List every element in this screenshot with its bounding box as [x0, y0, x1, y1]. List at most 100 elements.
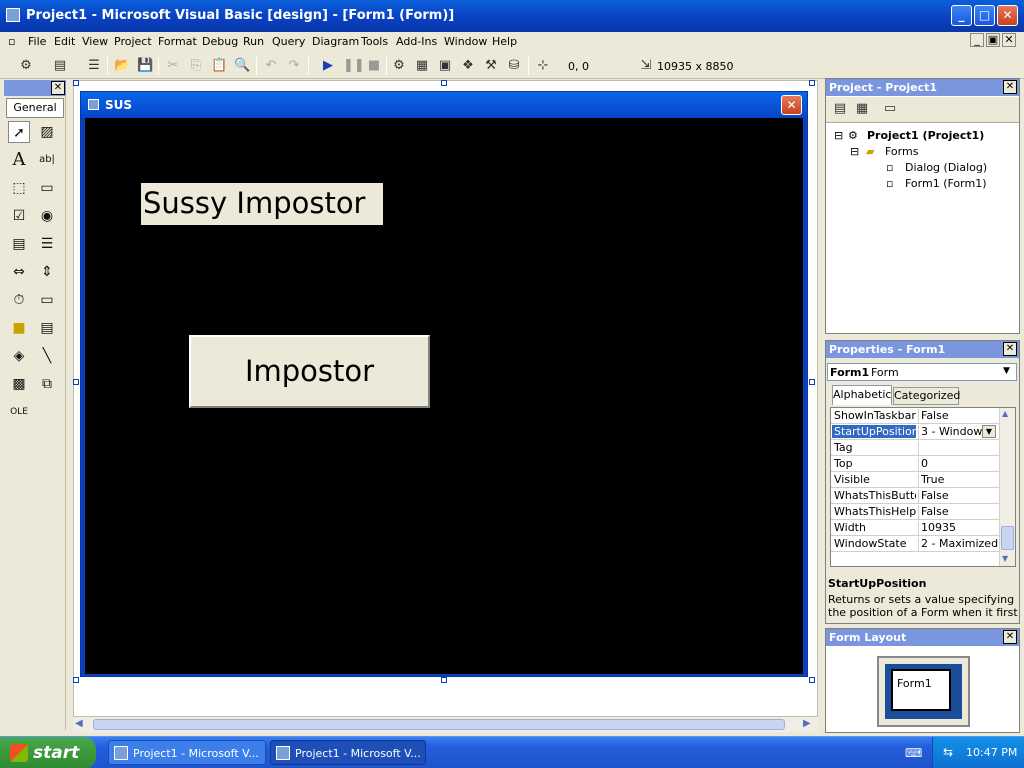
- undo-icon[interactable]: ↶: [263, 58, 279, 74]
- properties-window-icon[interactable]: ▦: [414, 58, 430, 74]
- image-tool-icon[interactable]: ▩: [8, 373, 30, 395]
- data-tool-icon[interactable]: ⧉: [36, 373, 58, 395]
- start-button[interactable]: start: [0, 737, 96, 768]
- close-button[interactable]: ✕: [997, 5, 1018, 26]
- listbox-tool-icon[interactable]: ☰: [36, 233, 58, 255]
- property-row[interactable]: WhatsThisButtonFalse: [831, 488, 999, 504]
- designer-hscrollbar[interactable]: ◀ ▶: [73, 716, 818, 732]
- property-row[interactable]: WindowState 2 - Maximized: [831, 536, 999, 552]
- combobox-tool-icon[interactable]: ▤: [8, 233, 30, 255]
- property-row[interactable]: WhatsThisHelp False: [831, 504, 999, 520]
- properties-scrollbar[interactable]: ▲ ▼: [999, 408, 1015, 566]
- property-row[interactable]: Visible True: [831, 472, 999, 488]
- optionbutton-tool-icon[interactable]: ◉: [36, 205, 58, 227]
- object-dropdown[interactable]: Form1 Form ▼: [827, 363, 1017, 381]
- form1-preview[interactable]: Form1: [891, 669, 951, 711]
- form-menu-icon[interactable]: ▫: [8, 35, 15, 48]
- form-layout-icon[interactable]: ▣: [437, 58, 453, 74]
- vb-app-icon[interactable]: [6, 8, 20, 22]
- redo-icon[interactable]: ↷: [286, 58, 302, 74]
- break-icon[interactable]: ❚❚: [343, 58, 365, 74]
- open-project-icon[interactable]: 📂: [114, 58, 130, 74]
- filelistbox-tool-icon[interactable]: ▤: [36, 317, 58, 339]
- copy-icon[interactable]: ⎘: [188, 58, 204, 74]
- menu-addins[interactable]: Add-Ins: [396, 35, 437, 48]
- form-layout-close-icon[interactable]: ✕: [1003, 630, 1017, 644]
- menu-help[interactable]: Help: [492, 35, 517, 48]
- sussy-label[interactable]: Sussy Impostor: [141, 183, 383, 225]
- timer-tool-icon[interactable]: ⏱: [8, 289, 30, 311]
- menu-debug[interactable]: Debug: [202, 35, 238, 48]
- scroll-up-icon[interactable]: ▲: [1002, 409, 1008, 418]
- menu-window[interactable]: Window: [444, 35, 487, 48]
- add-project-icon[interactable]: ⚙: [18, 58, 34, 74]
- vscrollbar-tool-icon[interactable]: ⇕: [36, 261, 58, 283]
- start-icon[interactable]: ▶: [320, 58, 336, 74]
- property-row[interactable]: Width 10935: [831, 520, 999, 536]
- chevron-down-icon[interactable]: ▼: [982, 425, 996, 438]
- tree-item-dialog[interactable]: Dialog (Dialog): [905, 161, 987, 174]
- menu-tools[interactable]: Tools: [361, 35, 388, 48]
- resize-handle[interactable]: [809, 80, 815, 86]
- form-window[interactable]: SUS ✕ Sussy Impostor Impostor: [80, 91, 808, 677]
- taskbar-item-active[interactable]: Project1 - Microsoft V...: [270, 740, 426, 765]
- network-icon[interactable]: ⇆: [943, 745, 953, 759]
- shape-tool-icon[interactable]: ◈: [8, 345, 30, 367]
- find-icon[interactable]: 🔍: [234, 58, 250, 74]
- tab-alphabetic[interactable]: Alphabetic: [832, 385, 892, 405]
- resize-handle[interactable]: [73, 80, 79, 86]
- taskbar-item[interactable]: Project1 - Microsoft V...: [108, 740, 266, 765]
- menu-format[interactable]: Format: [158, 35, 197, 48]
- resize-handle[interactable]: [441, 80, 447, 86]
- maximize-button[interactable]: □: [974, 5, 995, 26]
- drivelistbox-tool-icon[interactable]: ▭: [36, 289, 58, 311]
- textbox-tool-icon[interactable]: ab|: [36, 149, 58, 171]
- mdi-restore-button[interactable]: ▣: [986, 33, 1000, 47]
- resize-handle[interactable]: [441, 677, 447, 683]
- property-row[interactable]: Tag: [831, 440, 999, 456]
- resize-handle[interactable]: [73, 677, 79, 683]
- hscrollbar-tool-icon[interactable]: ⇔: [8, 261, 30, 283]
- menu-editor-icon[interactable]: ☰: [86, 58, 102, 74]
- ole-tool-icon[interactable]: OLE: [8, 401, 30, 423]
- tree-collapse-icon[interactable]: ⊟: [834, 129, 843, 142]
- dirlistbox-tool-icon[interactable]: ■: [8, 317, 30, 339]
- menu-view[interactable]: View: [82, 35, 108, 48]
- checkbox-tool-icon[interactable]: ☑: [8, 205, 30, 227]
- line-tool-icon[interactable]: ╲: [36, 345, 58, 367]
- menu-edit[interactable]: Edit: [54, 35, 75, 48]
- resize-handle[interactable]: [73, 379, 79, 385]
- tree-project-root[interactable]: Project1 (Project1): [867, 129, 984, 142]
- chevron-down-icon[interactable]: ▼: [1003, 366, 1010, 376]
- paste-icon[interactable]: 📋: [211, 58, 227, 74]
- scroll-thumb[interactable]: [1001, 526, 1014, 550]
- object-browser-icon[interactable]: ❖: [460, 58, 476, 74]
- pointer-tool-icon[interactable]: ➚: [8, 121, 30, 143]
- tab-categorized[interactable]: Categorized: [893, 387, 960, 405]
- toggle-folders-icon[interactable]: ▭: [882, 101, 898, 117]
- cut-icon[interactable]: ✂: [165, 58, 181, 74]
- project-close-icon[interactable]: ✕: [1003, 80, 1017, 94]
- scroll-right-icon[interactable]: ▶: [803, 718, 811, 729]
- keyboard-icon[interactable]: ⌨: [905, 746, 922, 760]
- minimize-button[interactable]: _: [951, 5, 972, 26]
- form-close-button[interactable]: ✕: [781, 95, 802, 115]
- mdi-minimize-button[interactable]: _: [970, 33, 984, 47]
- label-tool-icon[interactable]: A: [8, 149, 30, 171]
- scroll-down-icon[interactable]: ▼: [1002, 554, 1008, 563]
- menu-run[interactable]: Run: [243, 35, 264, 48]
- project-explorer-icon[interactable]: ⚙: [391, 58, 407, 74]
- view-code-icon[interactable]: ▤: [832, 101, 848, 117]
- menu-project[interactable]: Project: [114, 35, 152, 48]
- clock[interactable]: 10:47 PM: [966, 746, 1017, 759]
- frame-tool-icon[interactable]: ⬚: [8, 177, 30, 199]
- property-row[interactable]: ShowInTaskbar False: [831, 408, 999, 424]
- tree-item-form1[interactable]: Form1 (Form1): [905, 177, 987, 190]
- menu-file[interactable]: File: [28, 35, 46, 48]
- menu-diagram[interactable]: Diagram: [312, 35, 359, 48]
- save-project-icon[interactable]: 💾: [137, 58, 153, 74]
- add-form-icon[interactable]: ▤: [52, 58, 68, 74]
- impostor-button[interactable]: Impostor: [189, 335, 430, 408]
- scroll-thumb[interactable]: [93, 719, 785, 730]
- toolbox-close-icon[interactable]: ✕: [51, 81, 65, 95]
